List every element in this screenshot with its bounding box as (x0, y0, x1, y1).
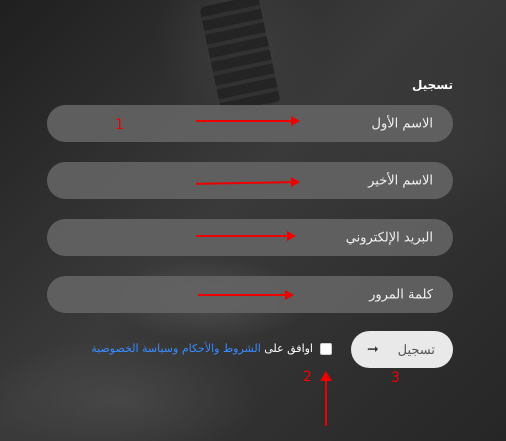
email-field[interactable]: البريد الإلكتروني (47, 219, 453, 256)
email-placeholder: البريد الإلكتروني (345, 230, 433, 245)
form-title: تسجيل (412, 78, 453, 92)
agree-text: اوافق على الشروط والأحكام وسياسة الخصوصي… (91, 342, 313, 355)
annotation-arrow-1 (196, 116, 300, 126)
register-button[interactable]: تسجيل ➞ (351, 331, 453, 368)
annotation-label-1: 1 (115, 117, 124, 133)
arrow-right-icon: ➞ (367, 340, 379, 357)
agree-label: اوافق على (264, 342, 313, 355)
first-name-field[interactable]: الاسم الأول (47, 105, 453, 142)
agree-checkbox[interactable] (320, 343, 332, 355)
password-placeholder: كلمة المرور (369, 287, 433, 302)
last-name-field[interactable]: الاسم الأخير (47, 162, 453, 199)
annotation-label-3: 3 (391, 370, 400, 386)
annotation-arrow-4 (198, 290, 294, 300)
annotation-label-2: 2 (303, 369, 312, 385)
annotation-arrow-3 (196, 231, 296, 241)
last-name-placeholder: الاسم الأخير (368, 173, 433, 188)
annotation-up-arrow (320, 371, 332, 426)
register-button-label: تسجيل (397, 341, 435, 357)
terms-link[interactable]: الشروط والأحكام وسياسة الخصوصية (91, 342, 261, 355)
first-name-placeholder: الاسم الأول (371, 116, 433, 131)
